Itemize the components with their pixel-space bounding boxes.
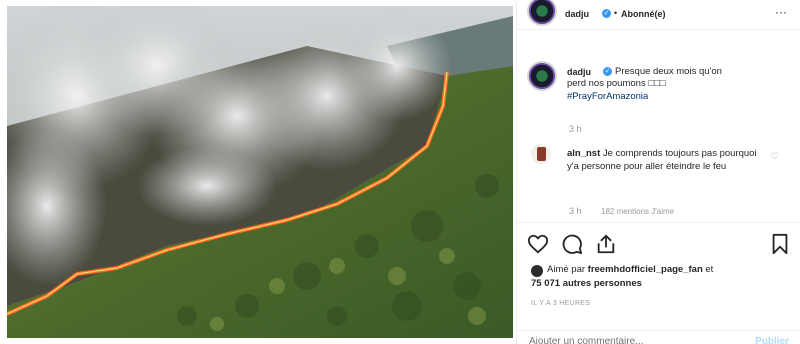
commenter-avatar[interactable] [531,144,551,164]
comments-section: dadju ✓ Presque deux mois qu'on perd nos… [517,31,800,222]
share-icon[interactable] [595,233,617,255]
author-username[interactable]: dadju [565,9,589,19]
post-timestamp[interactable]: IL Y A 3 HEURES [531,300,590,307]
author-avatar[interactable] [527,0,557,26]
caption-time[interactable]: 3 h [569,124,582,134]
forest-fire-image [7,6,513,338]
caption-text-line2: perd nos poumons □□□ [567,78,666,89]
comment-likes-count[interactable]: 182 mentions J'aime [601,207,674,216]
post-actions: Aimé par freemhdofficiel_page_fan et 75 … [517,222,800,344]
publish-button[interactable]: Publier [755,336,789,344]
post-header: dadju ✓ • Abonné(e) ··· [517,0,800,30]
more-options-icon[interactable]: ··· [775,5,787,19]
post-photo[interactable] [7,6,513,338]
bookmark-icon[interactable] [769,233,791,255]
comment-like-heart-icon[interactable]: ♡ [771,151,779,162]
commenter-username[interactable]: aln_nst [567,148,600,159]
comment-time[interactable]: 3 h [569,206,582,216]
follow-separator: • [614,8,618,18]
likes-text: Aimé par freemhdofficiel_page_fan et [547,263,787,276]
post-sidebar: dadju ✓ • Abonné(e) ··· dadju ✓ Presque … [516,0,800,344]
likes-count[interactable]: 75 071 autres personnes [531,277,642,290]
likes-prefix: Aimé par [547,264,588,275]
likes-conjunction: et [702,264,714,275]
comment-input[interactable] [529,336,729,344]
caption-text-line1: Presque deux mois qu'on [615,66,722,77]
liker-username[interactable]: freemhdofficiel_page_fan [588,264,703,275]
add-comment-bar: Publier [517,330,800,344]
comment-body: aln_nst Je comprends toujours pas pourqu… [567,147,767,173]
caption-avatar[interactable] [527,61,557,91]
caption-username[interactable]: dadju [567,67,591,77]
caption-hashtag[interactable]: #PrayForAmazonia [567,91,648,102]
follow-status-button[interactable]: Abonné(e) [621,9,666,19]
heart-icon[interactable] [527,233,549,255]
instagram-post: dadju ✓ • Abonné(e) ··· dadju ✓ Presque … [0,0,800,344]
verified-badge-icon: ✓ [603,67,612,76]
comment-icon[interactable] [561,233,583,255]
liker-avatar[interactable] [531,265,543,277]
verified-badge-icon: ✓ [602,9,611,18]
